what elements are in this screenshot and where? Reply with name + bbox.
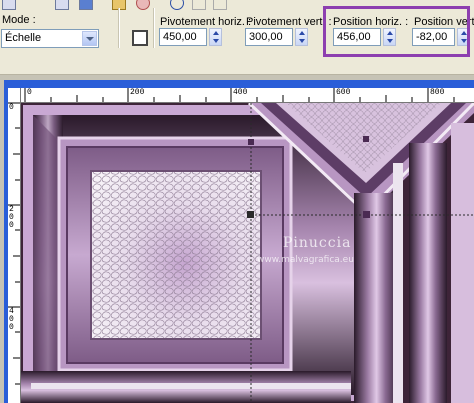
artwork-graphic: [21, 103, 474, 403]
toolbar-divider: [118, 8, 120, 48]
deform-frame-icon[interactable]: [132, 30, 148, 46]
reset-icon[interactable]: [192, 0, 206, 10]
pivot-h-input[interactable]: 450,00: [159, 28, 207, 46]
vertical-ruler-ticks: [8, 102, 20, 385]
chevron-down-icon[interactable]: [82, 31, 97, 46]
mode-select[interactable]: Échelle: [1, 29, 99, 48]
cancel-icon[interactable]: [136, 0, 150, 10]
mode-label: Mode :: [2, 14, 36, 26]
ruler-label: 0: [27, 88, 32, 97]
ruler-label: 600: [336, 88, 351, 97]
pivot-h-label: Pivotement horiz. :: [160, 16, 252, 28]
toolbar-divider: [153, 8, 155, 48]
redo-icon[interactable]: [170, 0, 184, 10]
pivot-v-label: Pivotement vert. :: [246, 16, 332, 28]
vertical-ruler: 0 200 400: [8, 88, 21, 403]
deform-tool-icon[interactable]: [79, 0, 93, 10]
pivot-v-input[interactable]: 300,00: [245, 28, 293, 46]
close-icon[interactable]: [213, 0, 227, 10]
pivot-v-spinner[interactable]: [295, 28, 308, 46]
save-icon[interactable]: [2, 0, 16, 10]
tool-options-bar: Mode : Échelle Pivotement horiz. : 450,0…: [0, 0, 474, 75]
ruler-label: 0: [9, 103, 14, 112]
ruler-label: 800: [430, 88, 445, 97]
pivot-h-spinner[interactable]: [209, 28, 222, 46]
ruler-label: 400: [9, 307, 14, 332]
ruler-label: 200: [130, 88, 145, 97]
layers-icon[interactable]: [55, 0, 69, 10]
image-canvas[interactable]: Pinuccia www.malvagrafica.eu: [21, 103, 474, 403]
mode-select-value: Échelle: [5, 32, 42, 44]
ruler-label: 400: [233, 88, 248, 97]
watermark-name: Pinuccia: [283, 235, 352, 251]
horizontal-ruler: 0 200 400 600 800: [20, 88, 474, 103]
ruler-label: 200: [9, 205, 14, 230]
watermark-url: www.malvagrafica.eu: [257, 255, 354, 265]
position-highlight-box: [323, 6, 470, 57]
